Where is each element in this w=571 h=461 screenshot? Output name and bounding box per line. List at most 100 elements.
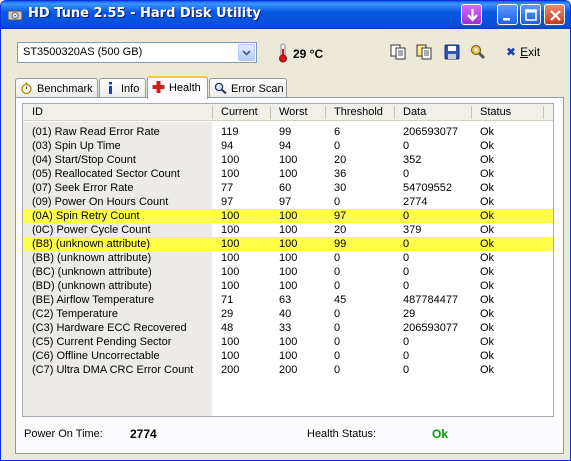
close-icon[interactable]: [544, 4, 565, 25]
cell-status: Ok: [480, 224, 495, 236]
cell-worst: 33: [279, 322, 292, 334]
cell-threshold: 0: [334, 350, 341, 362]
table-row[interactable]: (04) Start/Stop Count 100 100 20 352 Ok: [23, 153, 553, 167]
tab-error-scan-label: Error Scan: [231, 83, 284, 95]
cell-worst: 100: [279, 168, 298, 180]
cell-threshold: 20: [334, 224, 347, 236]
column-header-current[interactable]: Current: [221, 106, 258, 118]
table-row[interactable]: (C6) Offline Uncorrectable 100 100 0 0 Ok: [23, 349, 553, 363]
column-separator[interactable]: [325, 106, 326, 119]
cell-threshold: 20: [334, 154, 347, 166]
cell-threshold: 0: [334, 308, 341, 320]
table-row[interactable]: (C7) Ultra DMA CRC Error Count 200 200 0 0 Ok: [23, 363, 553, 377]
cell-threshold: 0: [334, 322, 341, 334]
table-row[interactable]: (BD) (unknown attribute) 100 100 0 0 Ok: [23, 279, 553, 293]
column-header-id[interactable]: ID: [32, 106, 43, 118]
table-row[interactable]: (07) Seek Error Rate 77 60 30 54709552 Ok: [23, 181, 553, 195]
column-separator[interactable]: [471, 106, 472, 119]
cell-id: (C3) Hardware ECC Recovered: [32, 322, 187, 334]
tab-info[interactable]: Info: [99, 78, 146, 98]
table-row[interactable]: (03) Spin Up Time 94 94 0 0 Ok: [23, 139, 553, 153]
cell-current: 100: [221, 280, 240, 292]
health-status-value: Ok: [432, 427, 449, 441]
column-separator[interactable]: [543, 106, 544, 119]
stopwatch-icon: [21, 82, 32, 94]
cell-current: 100: [221, 238, 240, 250]
cell-status: Ok: [480, 196, 495, 208]
table-row[interactable]: (09) Power On Hours Count 97 97 0 2774 Ok: [23, 195, 553, 209]
cell-data: 0: [403, 140, 410, 152]
table-row[interactable]: (0A) Spin Retry Count 100 100 97 0 Ok: [23, 209, 553, 223]
cell-status: Ok: [480, 126, 495, 138]
cell-worst: 60: [279, 182, 292, 194]
exit-button[interactable]: ✖ Exit: [506, 45, 540, 59]
cell-data: 0: [403, 336, 410, 348]
cell-data: 0: [403, 168, 410, 180]
cell-id: (BD) (unknown attribute): [32, 280, 152, 292]
cell-id: (B8) (unknown attribute): [32, 238, 150, 250]
chevron-down-icon[interactable]: [238, 44, 255, 61]
maximize-icon[interactable]: [520, 4, 541, 25]
cell-current: 119: [221, 126, 239, 138]
table-row[interactable]: (0C) Power Cycle Count 100 100 20 379 Ok: [23, 223, 553, 237]
column-header-data[interactable]: Data: [403, 106, 426, 118]
column-header-status[interactable]: Status: [480, 106, 511, 118]
cell-current: 100: [221, 252, 240, 264]
column-separator[interactable]: [394, 106, 395, 119]
cell-id: (BB) (unknown attribute): [32, 252, 152, 264]
cell-worst: 100: [279, 224, 298, 236]
health-panel: ID Current Worst Threshold Data Status (…: [15, 97, 564, 454]
minimize-icon[interactable]: [497, 4, 518, 25]
table-row[interactable]: (B8) (unknown attribute) 100 100 99 0 Ok: [23, 237, 553, 251]
cell-current: 100: [221, 336, 240, 348]
exit-label-mnemonic: E: [520, 45, 529, 59]
temperature-readout: 29 °C: [293, 47, 324, 61]
cell-data: 0: [403, 252, 410, 264]
download-icon[interactable]: [461, 4, 482, 25]
cell-status: Ok: [480, 238, 495, 250]
column-header-worst[interactable]: Worst: [279, 106, 308, 118]
exit-label: xit: [528, 45, 541, 59]
save-icon[interactable]: [443, 43, 461, 61]
health-status-label: Health Status:: [307, 428, 377, 440]
table-row[interactable]: (BC) (unknown attribute) 100 100 0 0 Ok: [23, 265, 553, 279]
cell-id: (C5) Current Pending Sector: [32, 336, 172, 348]
cell-data: 379: [403, 224, 422, 236]
cell-current: 100: [221, 266, 240, 278]
cell-data: 0: [403, 266, 410, 278]
table-row[interactable]: (C3) Hardware ECC Recovered 48 33 0 20659307…: [23, 321, 553, 335]
table-row[interactable]: (01) Raw Read Error Rate 119 99 6 206593077 O…: [23, 125, 553, 139]
cell-status: Ok: [480, 210, 495, 222]
cell-worst: 100: [279, 210, 298, 222]
cell-threshold: 99: [334, 238, 347, 250]
tab-benchmark[interactable]: Benchmark: [15, 78, 98, 98]
tab-error-scan[interactable]: Error Scan: [209, 78, 287, 98]
copy-icon[interactable]: [389, 43, 407, 61]
options-wrench-icon[interactable]: [469, 43, 487, 61]
table-row[interactable]: (BB) (unknown attribute) 100 100 0 0 Ok: [23, 251, 553, 265]
smart-attributes-table[interactable]: ID Current Worst Threshold Data Status (…: [22, 103, 554, 417]
table-row[interactable]: (05) Reallocated Sector Count 100 100 36 0 Ok: [23, 167, 553, 181]
cell-status: Ok: [480, 364, 495, 376]
tab-info-label: Info: [121, 83, 140, 95]
table-row[interactable]: (BE) Airflow Temperature 71 63 45 487784477 O…: [23, 293, 553, 307]
table-row[interactable]: (C5) Current Pending Sector 100 100 0 0 Ok: [23, 335, 553, 349]
drive-select[interactable]: ST3500320AS (500 GB): [17, 42, 257, 63]
cell-current: 200: [221, 364, 240, 376]
cell-status: Ok: [480, 252, 495, 264]
cell-status: Ok: [480, 266, 495, 278]
column-separator[interactable]: [270, 106, 271, 119]
column-header-threshold[interactable]: Threshold: [334, 106, 383, 118]
column-separator[interactable]: [212, 106, 213, 119]
cell-worst: 99: [279, 126, 292, 138]
title-bar[interactable]: HD Tune 2.55 - Hard Disk Utility: [1, 1, 570, 29]
table-row[interactable]: (C2) Temperature 29 40 0 29 Ok: [23, 307, 553, 321]
cell-worst: 100: [279, 238, 298, 250]
cell-id: (C2) Temperature: [32, 308, 118, 320]
copy-all-icon[interactable]: [415, 43, 433, 61]
cell-threshold: 6: [334, 126, 341, 138]
cell-current: 100: [221, 224, 240, 236]
cell-threshold: 0: [334, 364, 341, 376]
tab-health[interactable]: Health: [147, 76, 208, 99]
cell-worst: 40: [279, 308, 292, 320]
